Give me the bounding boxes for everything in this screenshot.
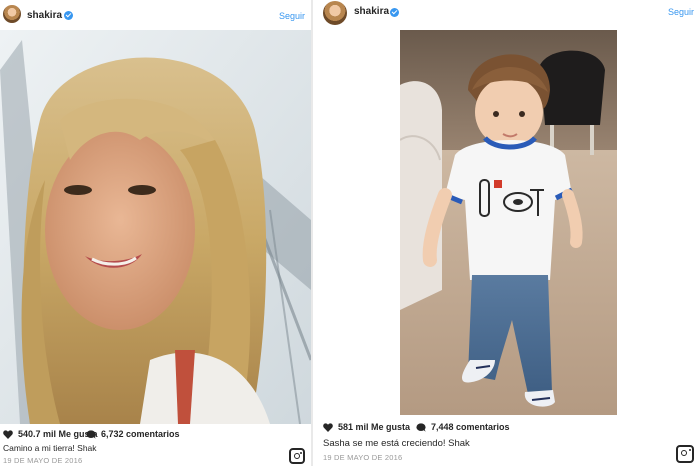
verified-badge-icon [390, 8, 399, 17]
post-caption: Sasha se me está creciendo! Shak [323, 438, 470, 449]
avatar[interactable] [323, 1, 347, 25]
username[interactable]: shakira [27, 10, 62, 21]
likes-count[interactable]: 540.7 mil Me gusta [3, 429, 98, 439]
likes-count[interactable]: 581 mil Me gusta [323, 422, 410, 432]
photo-toddler [400, 30, 617, 415]
follow-button[interactable]: Seguir [668, 7, 694, 17]
heart-icon[interactable] [323, 422, 333, 432]
post-date: 19 DE MAYO DE 2016 [323, 453, 403, 462]
post-stats: 581 mil Me gusta 7,448 comentarios [313, 422, 700, 434]
comment-icon[interactable] [86, 429, 96, 439]
post-photo[interactable] [400, 30, 617, 415]
comments-label: 6,732 comentarios [101, 429, 180, 439]
comment-icon[interactable] [416, 422, 426, 432]
post-date: 19 DE MAYO DE 2016 [3, 456, 83, 465]
post-header: shakira Seguir [0, 0, 311, 30]
instagram-icon[interactable] [289, 448, 305, 464]
avatar[interactable] [3, 5, 21, 23]
photo-selfie [0, 30, 311, 424]
instagram-icon[interactable] [676, 445, 694, 463]
instagram-post: shakira Seguir [313, 0, 700, 466]
instagram-post: shakira Seguir [0, 0, 311, 466]
comments-label: 7,448 comentarios [431, 422, 510, 432]
post-caption: Camino a mi tierra! Shak [3, 443, 97, 453]
post-photo[interactable] [0, 30, 311, 424]
comments-count[interactable]: 6,732 comentarios [86, 429, 180, 439]
verified-badge-icon [64, 11, 73, 20]
comments-count[interactable]: 7,448 comentarios [416, 422, 510, 432]
heart-icon[interactable] [3, 429, 13, 439]
username[interactable]: shakira [354, 6, 389, 17]
follow-button[interactable]: Seguir [279, 11, 305, 21]
post-stats: 540.7 mil Me gusta 6,732 comentarios [0, 429, 311, 441]
post-header: shakira Seguir [313, 0, 700, 30]
likes-label: 581 mil Me gusta [338, 422, 411, 432]
